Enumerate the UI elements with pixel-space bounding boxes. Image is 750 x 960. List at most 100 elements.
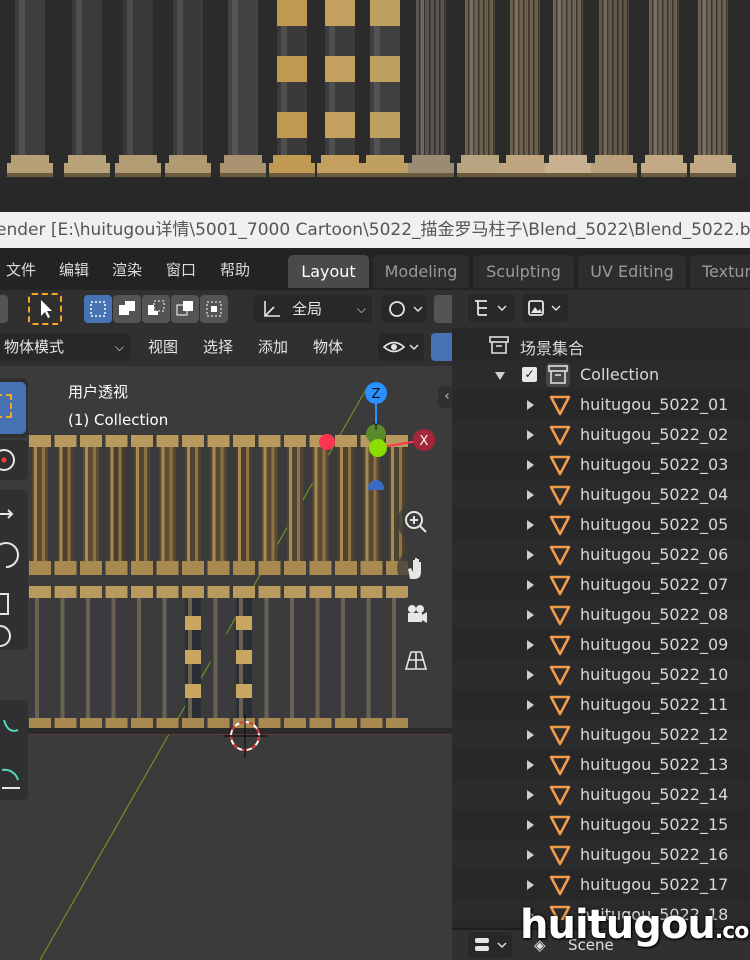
expand-arrow-icon[interactable] — [527, 430, 534, 440]
gizmo-neg-z[interactable] — [368, 480, 384, 490]
outliner-object-row[interactable]: huitugou_5022_15 — [452, 810, 750, 840]
expand-arrow-icon[interactable] — [527, 670, 534, 680]
tab-uv-editing[interactable]: UV Editing — [578, 255, 686, 288]
gizmo-neg-x[interactable] — [319, 434, 335, 450]
menu-file[interactable]: 文件 — [6, 259, 36, 280]
expand-arrow-icon[interactable] — [527, 880, 534, 890]
editor-type-button[interactable] — [0, 295, 8, 323]
gizmo-toggle-button[interactable] — [431, 333, 452, 361]
outliner-object-label: huitugou_5022_09 — [580, 635, 729, 654]
viewport-column — [105, 435, 128, 575]
outliner-filter-dropdown[interactable] — [522, 294, 568, 322]
outliner-object-row[interactable]: huitugou_5022_02 — [452, 420, 750, 450]
expand-arrow-icon[interactable] — [527, 730, 534, 740]
select-box-tool-button[interactable] — [28, 293, 62, 325]
collection-box-icon — [548, 365, 568, 384]
preview-column — [502, 0, 548, 177]
tab-texture-paint[interactable]: Textur — [690, 255, 750, 288]
outliner-object-row[interactable]: huitugou_5022_01 — [452, 390, 750, 420]
outliner-object-row[interactable]: huitugou_5022_07 — [452, 570, 750, 600]
outliner-object-row[interactable]: huitugou_5022_14 — [452, 780, 750, 810]
preview-column — [690, 0, 736, 177]
outliner-object-label: huitugou_5022_01 — [580, 395, 729, 414]
interaction-mode-dropdown[interactable]: 物体模式 ⌵ — [0, 333, 130, 361]
outliner-object-label: huitugou_5022_03 — [580, 455, 729, 474]
mesh-object-icon — [549, 635, 571, 656]
sidebar-toggle-chevron-icon[interactable]: ‹ — [438, 386, 452, 408]
menu-window[interactable]: 窗口 — [166, 259, 196, 280]
mode-intersect-button[interactable] — [200, 295, 228, 323]
outliner-object-row[interactable]: huitugou_5022_06 — [452, 540, 750, 570]
menu-select[interactable]: 选择 — [193, 333, 243, 361]
outliner-object-row[interactable]: huitugou_5022_09 — [452, 630, 750, 660]
menu-render[interactable]: 渲染 — [112, 259, 142, 280]
3d-viewport[interactable]: 全局 ⌵ 物体模式 ⌵ 视图 选择 添加 物体 用户透视 (1) Collect… — [0, 290, 452, 960]
collection-label: Collection — [580, 365, 660, 384]
outliner-object-row[interactable]: huitugou_5022_17 — [452, 870, 750, 900]
proportional-edit-button[interactable] — [434, 295, 452, 323]
properties-editor-dropdown[interactable] — [468, 932, 512, 958]
expand-arrow-icon[interactable] — [527, 760, 534, 770]
gizmo-y-axis[interactable] — [369, 439, 387, 457]
expand-arrow-icon[interactable] — [527, 640, 534, 650]
tab-sculpting[interactable]: Sculpting — [473, 255, 574, 288]
menu-object[interactable]: 物体 — [303, 333, 353, 361]
viewport-column — [131, 435, 153, 575]
outliner-object-row[interactable]: huitugou_5022_11 — [452, 690, 750, 720]
expand-arrow-icon[interactable] — [527, 610, 534, 620]
preview-column — [64, 0, 110, 177]
outliner-object-row[interactable]: huitugou_5022_12 — [452, 720, 750, 750]
expand-arrow-icon[interactable] — [527, 550, 534, 560]
checkbox-icon[interactable]: ✓ — [522, 367, 537, 382]
outliner-display-mode-dropdown[interactable] — [468, 294, 514, 322]
expand-arrow-icon[interactable] — [495, 372, 505, 380]
tab-modeling[interactable]: Modeling — [373, 255, 469, 288]
outliner-object-row[interactable]: huitugou_5022_16 — [452, 840, 750, 870]
mesh-object-icon — [549, 515, 571, 536]
expand-arrow-icon[interactable] — [527, 460, 534, 470]
select-tool-button[interactable] — [0, 382, 26, 434]
zoom-view-button[interactable] — [397, 503, 435, 541]
outliner-object-row[interactable]: huitugou_5022_04 — [452, 480, 750, 510]
toolbar-transform-group — [0, 490, 28, 650]
outliner-object-label: huitugou_5022_13 — [580, 755, 729, 774]
outliner-object-row[interactable]: huitugou_5022_03 — [452, 450, 750, 480]
outliner-object-row[interactable]: huitugou_5022_13 — [452, 750, 750, 780]
outliner-object-row[interactable]: huitugou_5022_10 — [452, 660, 750, 690]
expand-arrow-icon[interactable] — [527, 700, 534, 710]
mode-invert-button[interactable] — [171, 295, 199, 323]
scene-collection-row[interactable]: 场景集合 — [452, 330, 750, 360]
preview-column — [641, 0, 687, 177]
viewport-column — [309, 586, 332, 732]
collection-row[interactable]: ✓ Collection — [452, 360, 750, 390]
mode-extend-button[interactable] — [113, 295, 141, 323]
expand-arrow-icon[interactable] — [527, 520, 534, 530]
navigation-gizmo[interactable]: Z X Y — [310, 380, 452, 490]
visibility-dropdown[interactable] — [378, 333, 424, 361]
pan-view-button[interactable] — [397, 549, 435, 587]
expand-arrow-icon[interactable] — [527, 820, 534, 830]
mode-set-button[interactable] — [84, 295, 112, 323]
expand-arrow-icon[interactable] — [527, 580, 534, 590]
outliner-object-row[interactable]: huitugou_5022_08 — [452, 600, 750, 630]
outliner-object-row[interactable]: huitugou_5022_05 — [452, 510, 750, 540]
expand-arrow-icon[interactable] — [527, 790, 534, 800]
menu-help[interactable]: 帮助 — [220, 259, 250, 280]
snap-target-dropdown[interactable] — [382, 295, 426, 323]
viewport-column — [207, 586, 230, 732]
tab-layout[interactable]: Layout — [288, 255, 369, 288]
transform-orientation-dropdown[interactable]: 全局 ⌵ — [254, 295, 372, 323]
menu-edit[interactable]: 编辑 — [59, 259, 89, 280]
menu-add[interactable]: 添加 — [248, 333, 298, 361]
mode-subtract-button[interactable] — [142, 295, 170, 323]
menu-view[interactable]: 视图 — [138, 333, 188, 361]
expand-arrow-icon[interactable] — [527, 850, 534, 860]
annotate-measure-icons — [1, 719, 20, 789]
expand-arrow-icon[interactable] — [527, 400, 534, 410]
camera-view-button[interactable] — [397, 595, 435, 633]
viewport-column — [207, 435, 230, 575]
ortho-toggle-button[interactable] — [397, 641, 435, 679]
viewport-header-menus: 物体模式 ⌵ 视图 选择 添加 物体 — [0, 328, 452, 366]
expand-arrow-icon[interactable] — [527, 490, 534, 500]
cursor-tool-button[interactable] — [0, 440, 28, 480]
